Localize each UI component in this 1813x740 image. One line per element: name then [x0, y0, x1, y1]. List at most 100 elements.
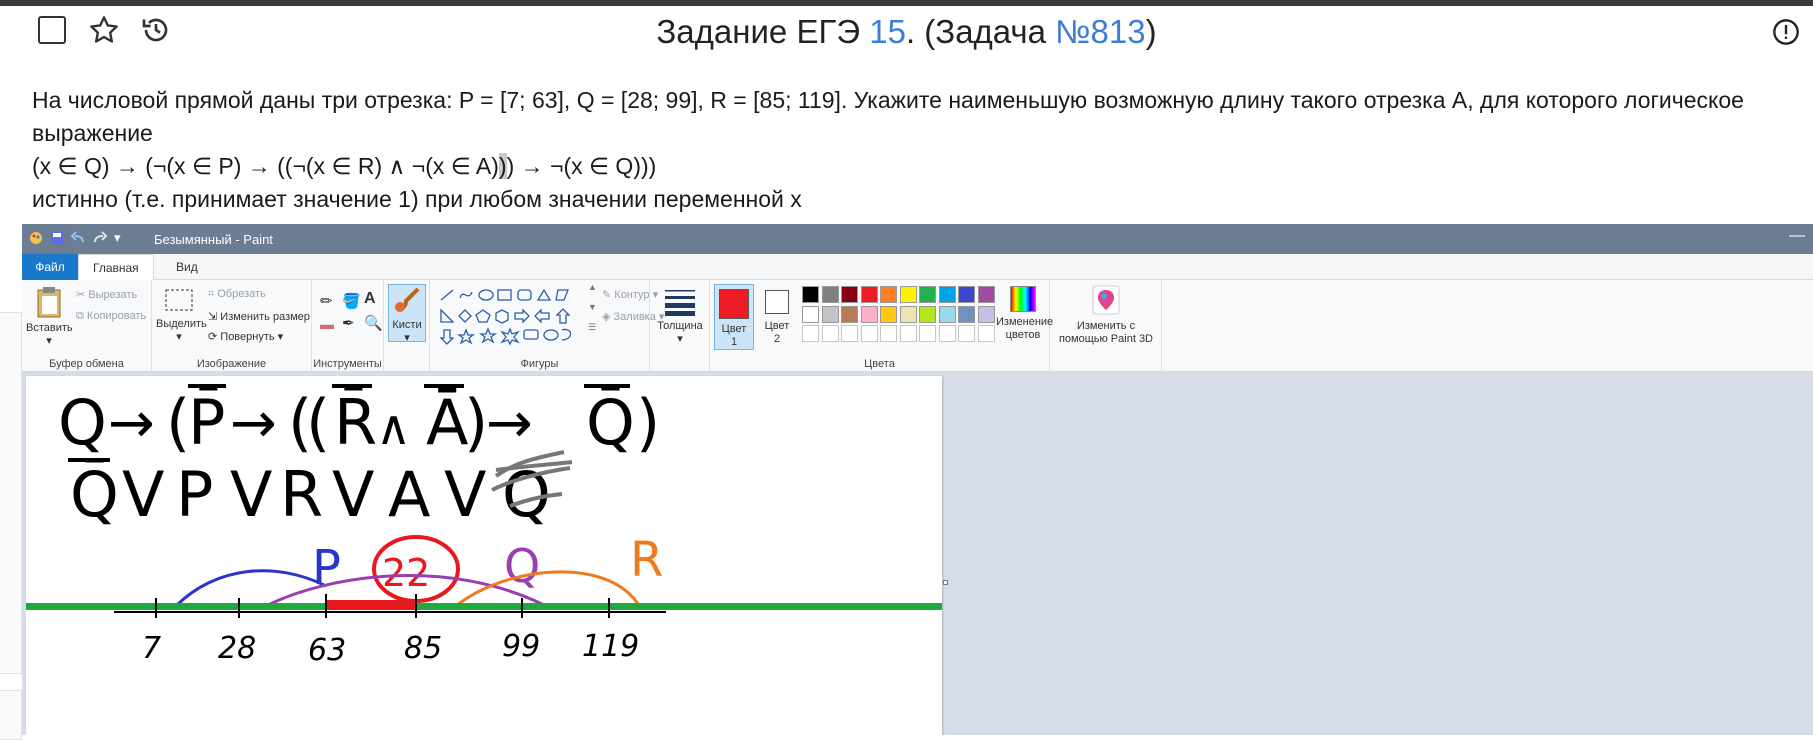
segment-a — [326, 600, 416, 610]
palette-swatch[interactable] — [880, 305, 897, 323]
label-r: R — [630, 532, 663, 588]
custom-color-slot[interactable] — [899, 325, 917, 342]
colors-group: Цвет 1 Цвет 2 Изменение цветов Цвета — [710, 280, 1053, 372]
shapes-gallery[interactable] — [438, 286, 588, 346]
palette-swatch[interactable] — [821, 305, 839, 323]
tab-file[interactable]: Файл — [22, 254, 78, 280]
save-icon[interactable] — [50, 231, 64, 245]
magnifier-icon[interactable]: 🔍 — [364, 314, 383, 332]
paste-button[interactable]: Вставить ▾ — [26, 286, 73, 348]
canvas-resize-handle[interactable] — [943, 580, 948, 585]
custom-color-slot[interactable] — [860, 325, 878, 342]
palette-swatch[interactable] — [899, 305, 917, 323]
tick-63: 63 — [308, 633, 346, 668]
rotate-button[interactable]: ⟳ Повернуть ▾ — [208, 330, 283, 343]
palette-swatch[interactable] — [958, 286, 975, 303]
color-picker-icon[interactable]: ✒ — [342, 314, 355, 332]
alert-icon[interactable] — [1772, 18, 1800, 51]
brushes-group: Кисти ▾ — [384, 280, 430, 372]
fill-icon[interactable]: 🪣 — [342, 292, 361, 310]
expr-not-q: Q̄ — [586, 386, 635, 459]
palette-swatch[interactable] — [899, 286, 917, 303]
customize-qa-icon[interactable]: ▾ — [114, 230, 121, 246]
edit-colors-icon — [1010, 286, 1036, 312]
gallery-scroll-down-icon[interactable]: ▼ — [588, 302, 597, 312]
custom-color-slot[interactable] — [977, 325, 995, 342]
custom-color-slot[interactable] — [919, 325, 936, 342]
tools-group: ✏ 🪣 A ▬ ✒ 🔍 Инструменты — [312, 280, 384, 372]
palette-swatch[interactable] — [919, 286, 936, 303]
expr-and: ∧ — [376, 400, 411, 456]
expr-q: Q — [58, 386, 107, 459]
tick-119: 119 — [582, 629, 639, 664]
paint3d-button[interactable]: Изменить с помощью Paint 3D — [1054, 284, 1158, 346]
brushes-button[interactable]: Кисти ▾ — [388, 284, 426, 344]
custom-color-slot[interactable] — [880, 325, 897, 342]
page-edge-card — [0, 312, 22, 674]
eraser-icon[interactable]: ▬ — [320, 316, 334, 332]
interval-p-arc — [174, 569, 327, 608]
custom-color-slot[interactable] — [821, 325, 839, 342]
problem-id-link[interactable]: №813 — [1055, 13, 1145, 50]
palette-swatch[interactable] — [958, 305, 975, 323]
quick-access-toolbar: ▾ — [28, 230, 121, 246]
resize-button[interactable]: ⇲ Изменить размер — [208, 310, 310, 323]
selected-paren: ) — [498, 153, 507, 179]
window-title: Безымянный - Paint — [154, 232, 273, 247]
expr2-r: R — [280, 458, 323, 531]
palette-swatch[interactable] — [802, 305, 819, 323]
palette-swatch[interactable] — [977, 305, 995, 323]
pencil-icon[interactable]: ✏ — [320, 292, 333, 310]
color1-button[interactable]: Цвет 1 — [714, 284, 754, 350]
redo-icon[interactable] — [92, 230, 108, 246]
custom-color-slot[interactable] — [802, 325, 819, 342]
gallery-scroll-up-icon[interactable]: ▲ — [588, 282, 597, 292]
gallery-expand-icon[interactable]: ☰ — [588, 322, 596, 333]
group-label: Изображение — [196, 358, 267, 370]
tab-view[interactable]: Вид — [162, 254, 212, 280]
tick-85: 85 — [404, 631, 442, 666]
tick-99: 99 — [502, 629, 540, 664]
answer-value: 22 — [382, 551, 430, 595]
palette-swatch[interactable] — [938, 305, 956, 323]
paint3d-group: Изменить с помощью Paint 3D — [1050, 280, 1162, 372]
page-title: Задание ЕГЭ 15. (Задача №813) — [0, 10, 1813, 54]
expr2-or: V — [332, 458, 374, 531]
paint-app-icon[interactable] — [28, 230, 44, 246]
edit-colors-button[interactable]: Изменение цветов — [996, 284, 1053, 342]
palette-swatch[interactable] — [841, 286, 858, 303]
custom-color-slot[interactable] — [958, 325, 975, 342]
palette-swatch[interactable] — [860, 286, 878, 303]
cut-button[interactable]: ✂ Вырезать — [76, 288, 137, 301]
thickness-button[interactable]: Толщина ▾ — [654, 286, 706, 346]
palette-swatch[interactable] — [919, 305, 936, 323]
expr2-or: V — [444, 458, 486, 531]
palette-swatch[interactable] — [938, 286, 956, 303]
expr2-not-q: Q̄ — [70, 458, 119, 531]
expr2-or: V — [230, 458, 272, 531]
group-label: Цвета — [864, 358, 895, 370]
task-number-link[interactable]: 15 — [869, 13, 906, 50]
custom-color-slot[interactable] — [938, 325, 956, 342]
browser-top-bar — [0, 0, 1813, 6]
palette-swatch[interactable] — [880, 286, 897, 303]
drawing-canvas[interactable]: Q → ( P̄ → ( ( R̄ ∧ Ā ) → Q̄ ) Q̄ V P V … — [26, 376, 942, 735]
text-tool-icon[interactable]: A — [364, 290, 376, 308]
palette-swatch[interactable] — [821, 286, 839, 303]
palette-swatch[interactable] — [802, 286, 819, 303]
palette-swatch[interactable] — [841, 305, 858, 323]
expr2-or: V — [122, 458, 164, 531]
palette-swatch[interactable] — [977, 286, 995, 303]
copy-button[interactable]: ⧉ Копировать — [76, 310, 146, 323]
custom-color-slot[interactable] — [841, 325, 858, 342]
select-button[interactable]: Выделить ▾ — [156, 288, 207, 344]
tick-28: 28 — [218, 631, 256, 666]
title-prefix: Задание ЕГЭ — [656, 13, 870, 50]
interval-r-arc — [455, 570, 640, 608]
undo-icon[interactable] — [70, 230, 86, 246]
color2-button[interactable]: Цвет 2 — [758, 284, 796, 346]
minimize-icon[interactable]: — — [1789, 227, 1805, 245]
crop-button[interactable]: ⌗ Обрезать — [208, 288, 266, 301]
palette-swatch[interactable] — [860, 305, 878, 323]
tab-home[interactable]: Главная — [78, 254, 154, 280]
